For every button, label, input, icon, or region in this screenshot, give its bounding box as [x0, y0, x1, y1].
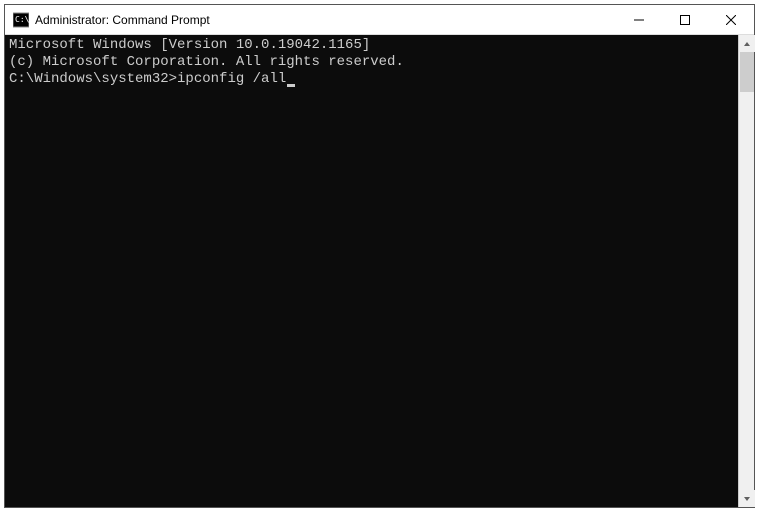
svg-text:C:\: C:\	[15, 15, 29, 24]
terminal-output[interactable]: Microsoft Windows [Version 10.0.19042.11…	[5, 35, 738, 507]
window-controls	[616, 5, 754, 34]
close-button[interactable]	[708, 5, 754, 35]
output-line: (c) Microsoft Corporation. All rights re…	[9, 54, 734, 71]
cmd-icon: C:\	[13, 12, 29, 28]
prompt-line: C:\Windows\system32>ipconfig /all	[9, 71, 734, 88]
prompt: C:\Windows\system32>	[9, 71, 177, 87]
cursor	[287, 84, 295, 87]
titlebar[interactable]: C:\ Administrator: Command Prompt	[5, 5, 754, 35]
command-input[interactable]: ipconfig /all	[177, 71, 286, 87]
scroll-up-button[interactable]	[739, 35, 755, 52]
output-line: Microsoft Windows [Version 10.0.19042.11…	[9, 37, 734, 54]
vertical-scrollbar[interactable]	[738, 35, 754, 507]
window-title: Administrator: Command Prompt	[35, 13, 616, 27]
content-area: Microsoft Windows [Version 10.0.19042.11…	[5, 35, 754, 507]
command-prompt-window: C:\ Administrator: Command Prompt Micros…	[4, 4, 755, 508]
maximize-button[interactable]	[662, 5, 708, 35]
scroll-thumb[interactable]	[740, 52, 754, 92]
minimize-button[interactable]	[616, 5, 662, 35]
scroll-down-button[interactable]	[739, 490, 755, 507]
